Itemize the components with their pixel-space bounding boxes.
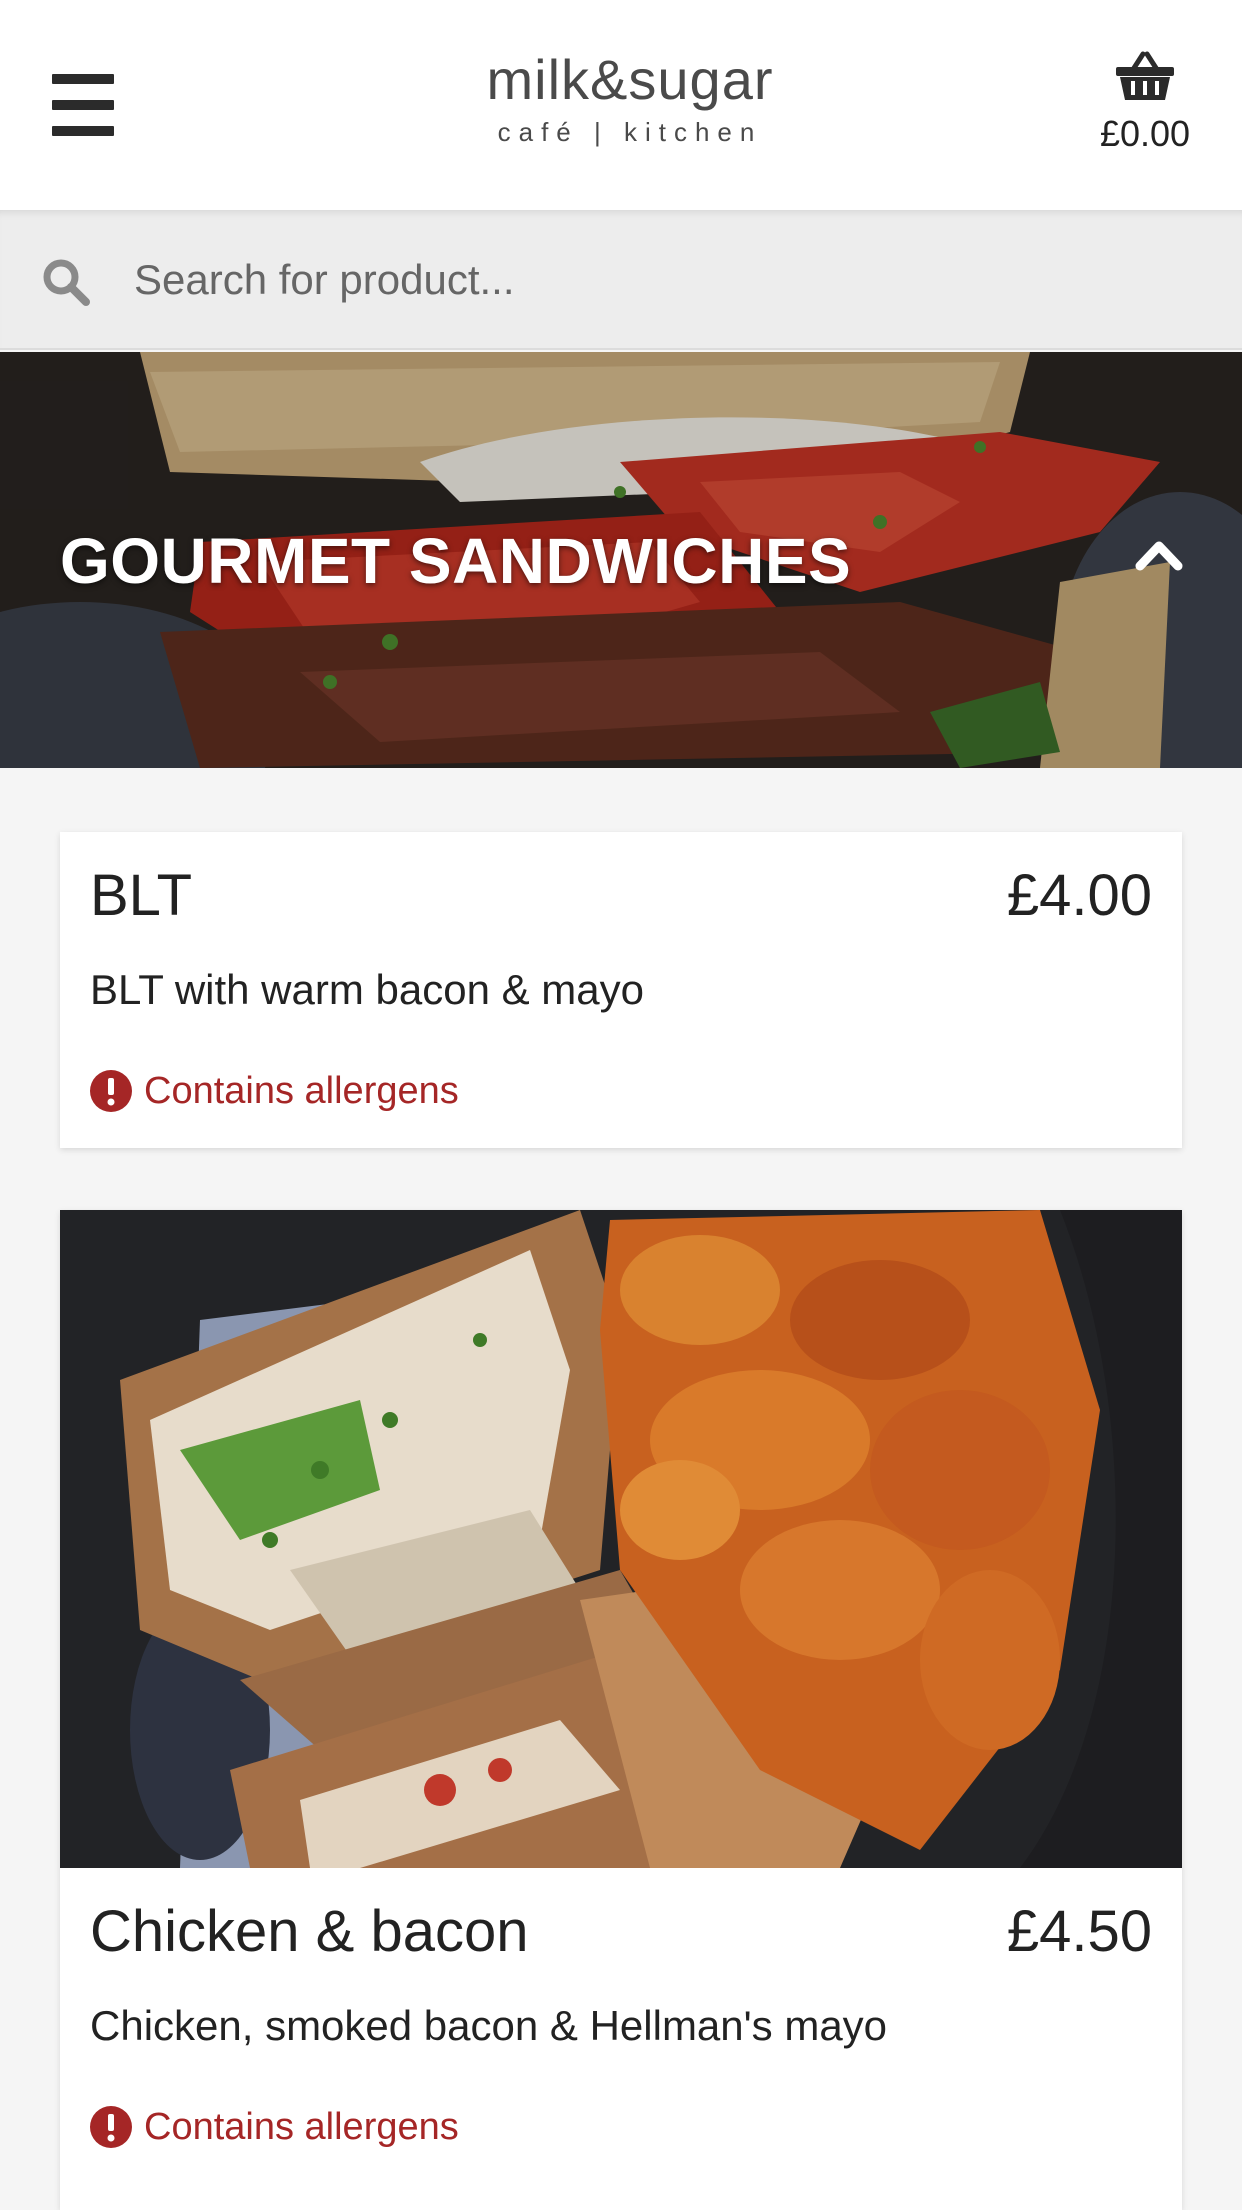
shopping-basket-icon (1116, 51, 1174, 100)
allergen-warning[interactable]: Contains allergens (90, 1068, 459, 1114)
category-title: GOURMET SANDWICHES (60, 525, 852, 597)
menu-bar (52, 100, 114, 110)
basket-total: £0.00 (1099, 113, 1191, 154)
search-icon (43, 259, 90, 306)
allergen-label: Contains allergens (144, 2105, 459, 2148)
product-description: BLT with warm bacon & mayo (90, 966, 644, 1013)
search-input[interactable] (122, 240, 1202, 320)
allergen-label: Contains allergens (144, 1069, 459, 1112)
exclamation-circle-icon (90, 1070, 132, 1112)
logo-wordmark: milk&sugar (486, 48, 774, 111)
product-price: £4.00 (1006, 863, 1152, 928)
chevron-up-icon[interactable] (1132, 526, 1186, 580)
search-bar (0, 210, 1242, 350)
product-photo (60, 1210, 1182, 1868)
product-description: Chicken, smoked bacon & Hellman's mayo (90, 2002, 888, 2049)
app-header: milk&sugar café | kitchen £0.00 (0, 0, 1242, 210)
product-card[interactable]: BLT £4.00 BLT with warm bacon & mayo Con… (60, 832, 1182, 1148)
logo-tagline: café | kitchen (497, 117, 763, 147)
menu-bar (52, 74, 114, 84)
product-name: BLT (90, 863, 193, 928)
product-name: Chicken & bacon (90, 1899, 529, 1964)
basket-button[interactable]: £0.00 (1090, 50, 1200, 166)
brand-logo[interactable]: milk&sugar café | kitchen (420, 48, 840, 158)
product-price: £4.50 (1006, 1899, 1152, 1964)
exclamation-circle-icon (90, 2106, 132, 2148)
category-header[interactable]: GOURMET SANDWICHES (0, 352, 1242, 768)
menu-button[interactable] (52, 74, 114, 136)
product-card[interactable]: Chicken & bacon £4.50 Chicken, smoked ba… (60, 1210, 1182, 2210)
allergen-warning[interactable]: Contains allergens (90, 2104, 459, 2150)
menu-bar (52, 126, 114, 136)
